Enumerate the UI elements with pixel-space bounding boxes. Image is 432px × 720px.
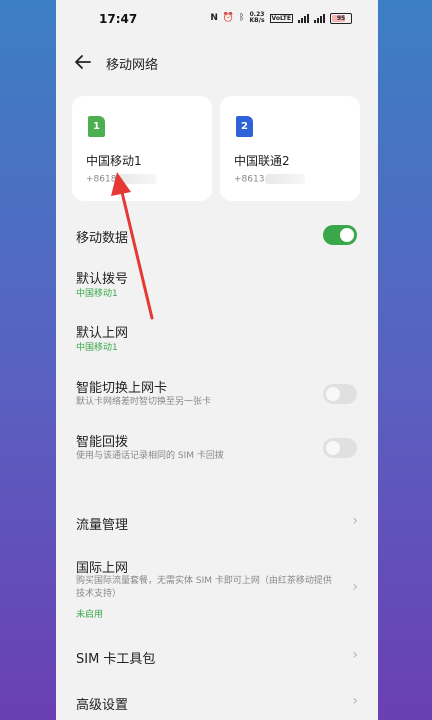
annotation-arrow xyxy=(111,172,154,320)
